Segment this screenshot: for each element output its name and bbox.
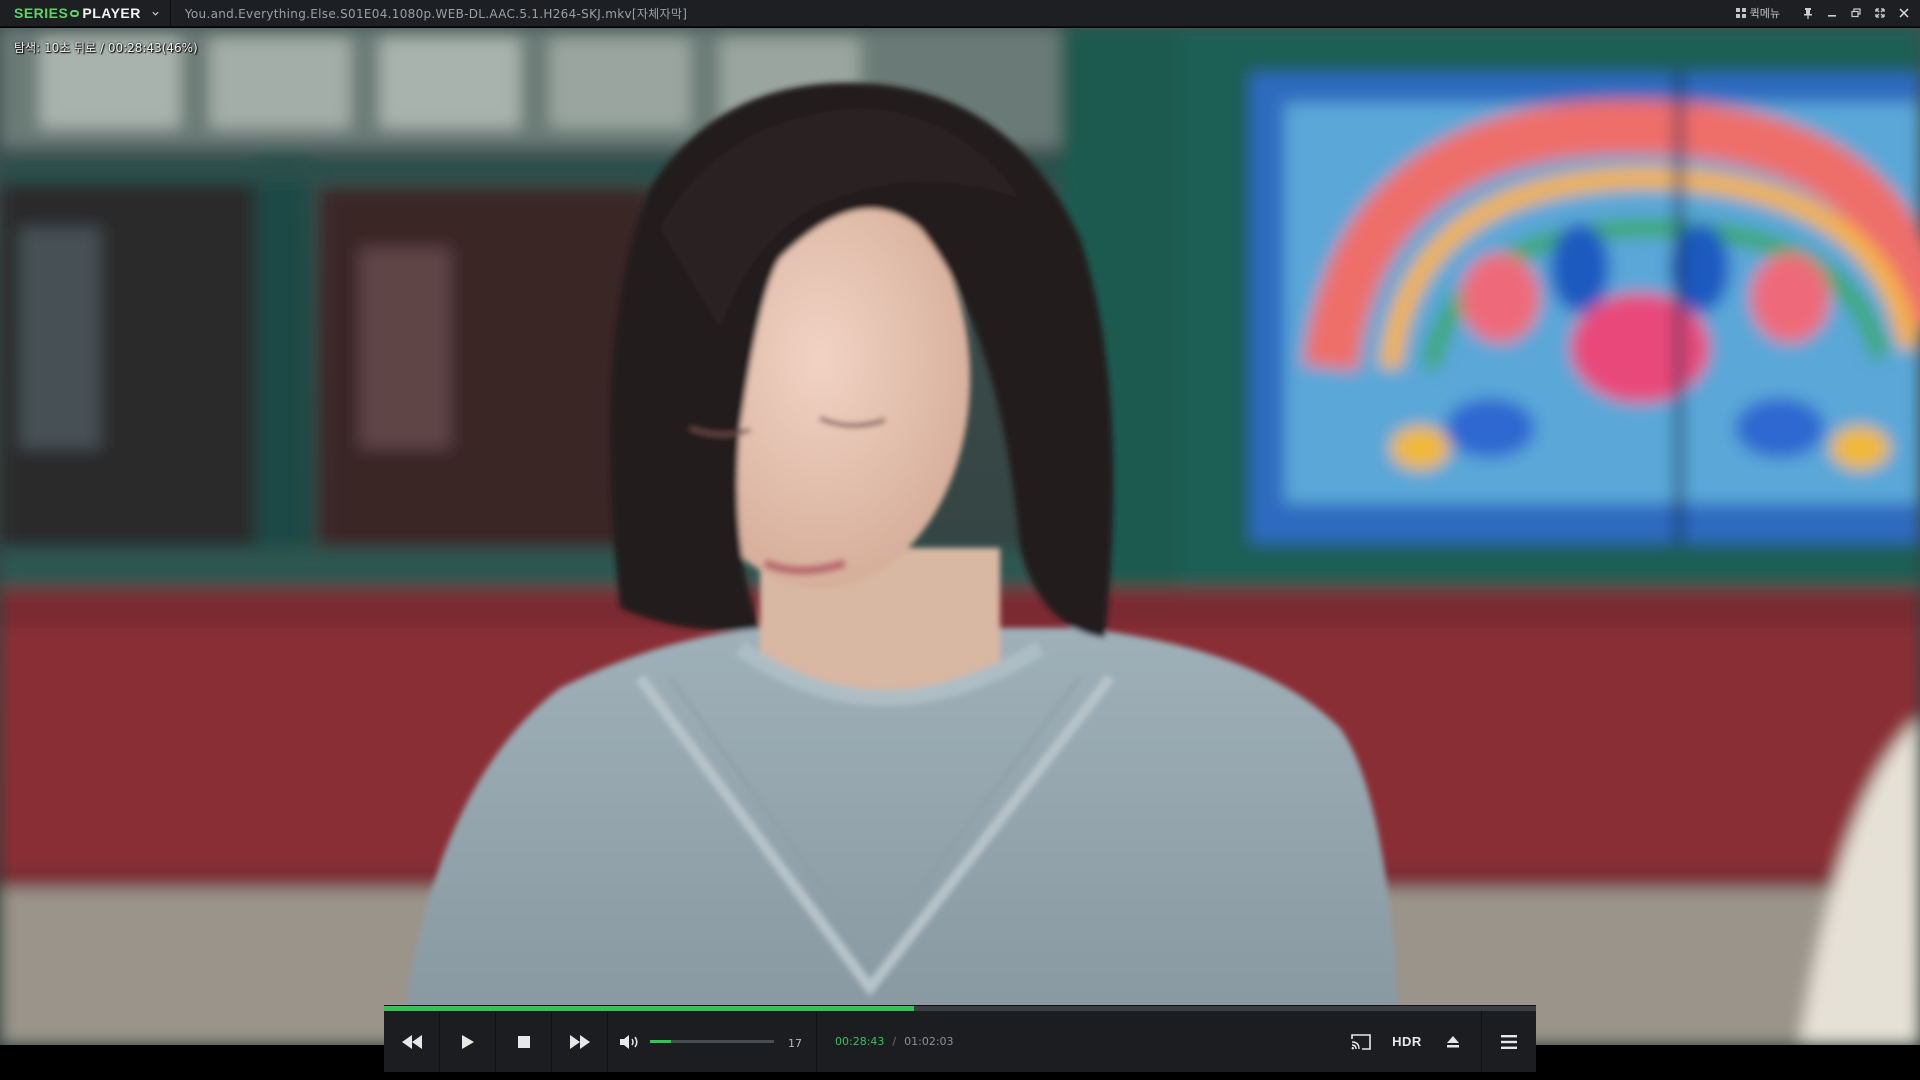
osd-seek-message: 탐색: 10초 뒤로 / 00:28:43(46%) — [14, 41, 198, 55]
pin-icon — [1804, 7, 1812, 19]
cast-icon — [1351, 1033, 1371, 1050]
grid-icon — [1735, 8, 1746, 18]
play-button[interactable] — [440, 1011, 496, 1072]
quick-menu-label: 퀵메뉴 — [1749, 7, 1780, 20]
hdr-button[interactable]: HDR — [1383, 1011, 1431, 1072]
hamburger-menu-icon — [1501, 1034, 1517, 1049]
app-logo[interactable]: SERIES PLAYER — [14, 5, 160, 21]
total-time: 01:02:03 — [904, 1035, 954, 1048]
minimize-button[interactable] — [1820, 0, 1844, 27]
close-button[interactable] — [1892, 0, 1916, 27]
rewind-icon — [401, 1034, 422, 1049]
volume-slider[interactable] — [650, 1040, 774, 1043]
cast-button[interactable] — [1339, 1011, 1383, 1072]
play-icon — [461, 1034, 474, 1049]
video-frame-image — [0, 28, 1920, 1045]
control-divider — [816, 1011, 817, 1072]
volume-icon[interactable] — [620, 1034, 640, 1050]
stop-icon — [517, 1035, 530, 1048]
fullscreen-button[interactable] — [1868, 0, 1892, 27]
fast-forward-button[interactable] — [552, 1011, 608, 1072]
fast-forward-icon — [569, 1034, 590, 1049]
restore-icon — [1851, 8, 1861, 18]
current-time: 00:28:43 — [835, 1035, 885, 1048]
window-controls: 퀵메뉴 — [1735, 0, 1920, 27]
hdr-label: HDR — [1392, 1034, 1422, 1049]
menu-button[interactable] — [1481, 1011, 1536, 1072]
title-divider — [169, 0, 171, 27]
fullscreen-icon — [1875, 8, 1885, 18]
volume-value: 17 — [788, 1037, 802, 1050]
chevron-down-icon[interactable] — [151, 9, 160, 18]
right-controls: HDR — [1339, 1011, 1536, 1072]
pin-button[interactable] — [1796, 0, 1820, 27]
restore-button[interactable] — [1844, 0, 1868, 27]
volume-control: 17 — [620, 1011, 802, 1072]
control-row: 17 00:28:43 / 01:02:03 HDR — [384, 1011, 1536, 1072]
volume-slider-level — [650, 1040, 672, 1043]
video-frame[interactable]: 탐색: 10초 뒤로 / 00:28:43(46%) — [0, 28, 1920, 1045]
stop-button[interactable] — [496, 1011, 552, 1072]
minimize-icon — [1828, 15, 1836, 17]
player-control-bar: 17 00:28:43 / 01:02:03 HDR — [384, 1005, 1536, 1072]
rewind-button[interactable] — [384, 1011, 440, 1072]
logo-text-player: PLAYER — [82, 5, 141, 21]
logo-text-series: SERIES — [14, 5, 69, 21]
quick-menu-button[interactable]: 퀵메뉴 — [1735, 5, 1780, 21]
time-display: 00:28:43 / 01:02:03 — [835, 1035, 954, 1048]
time-separator: / — [892, 1035, 897, 1048]
eject-icon — [1447, 1035, 1459, 1047]
title-bar: SERIES PLAYER You.and.Everything.Else.S0… — [0, 0, 1920, 27]
file-title: You.and.Everything.Else.S01E04.1080p.WEB… — [184, 6, 688, 21]
close-icon — [1899, 8, 1909, 18]
logo-mark-icon — [70, 9, 80, 17]
eject-button[interactable] — [1431, 1011, 1475, 1072]
